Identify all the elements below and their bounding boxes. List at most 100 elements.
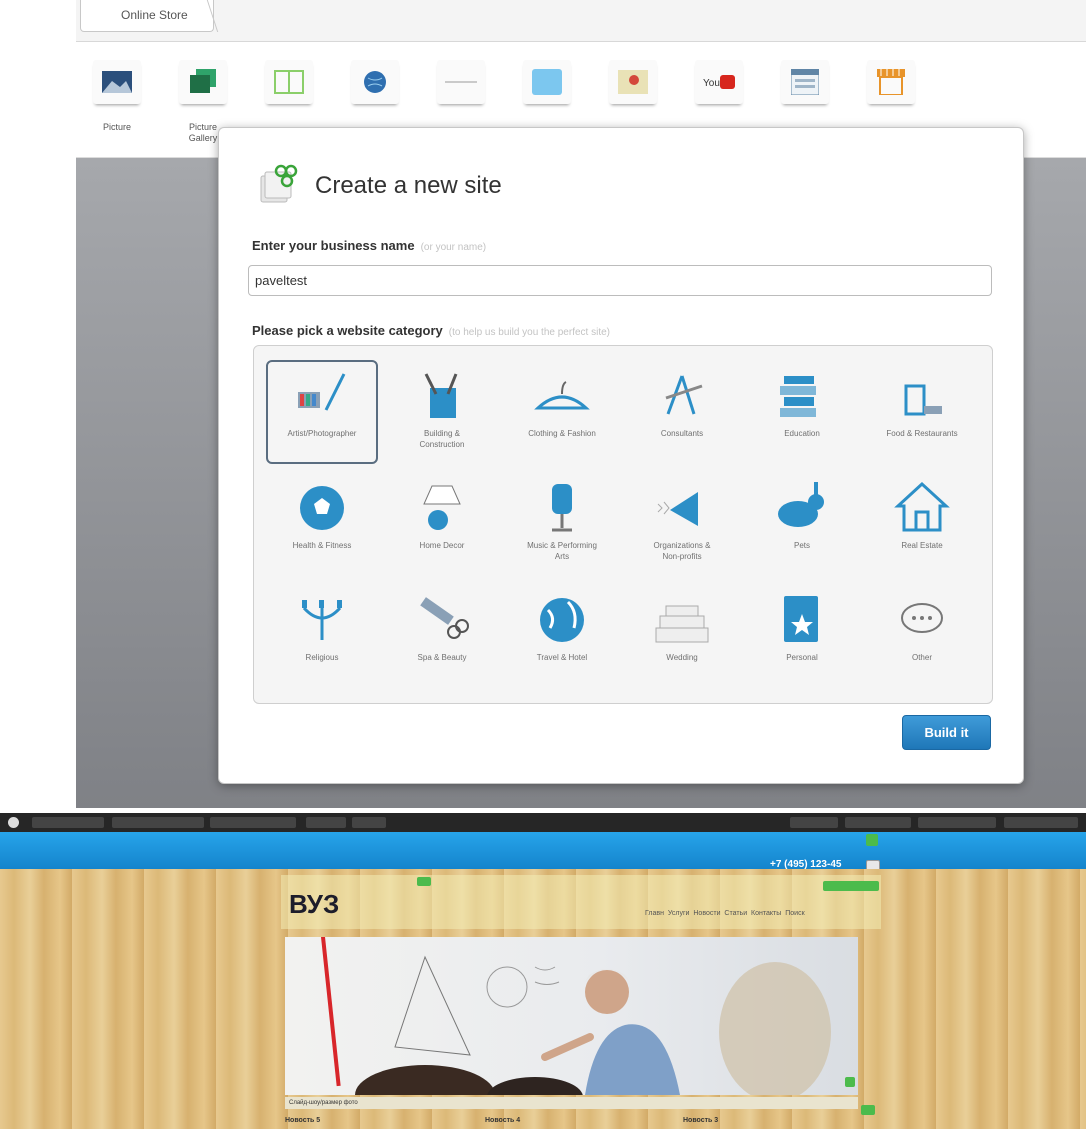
admin-item[interactable] [790, 817, 838, 828]
wood-background: ВУЗ Главн Услуги Новости Статьи Контакты… [0, 869, 1086, 1129]
slideshow-controls[interactable]: Слайд-шоу/размер фото [285, 1097, 858, 1109]
site-preview: +7 (495) 123-45 ВУЗ Главн Услуги Новости… [0, 813, 1086, 1129]
category-option[interactable]: Music & Performing Arts [506, 472, 618, 578]
category-option[interactable]: Real Estate [866, 472, 978, 578]
toolbar-widget[interactable] [348, 60, 402, 118]
create-site-dialog: Create a new site Enter your business na… [218, 127, 1024, 784]
category-option-label: Travel & Hotel [536, 653, 588, 662]
globe-icon [351, 60, 399, 104]
category-option-label: Education [784, 429, 820, 438]
category-option[interactable]: Artist/Photographer [266, 360, 378, 466]
site-nav[interactable]: Главн Услуги Новости Статьи Контакты Пои… [645, 910, 805, 917]
category-option-label: Spa & Beauty [417, 653, 467, 662]
hanger-icon [534, 381, 590, 410]
edit-tag[interactable] [845, 1077, 855, 1087]
build-it-button[interactable]: Build it [902, 715, 991, 750]
edit-tag[interactable] [861, 1105, 875, 1115]
category-option[interactable]: Spa & Beauty [386, 584, 498, 690]
category-option-label: Clothing & Fashion [528, 429, 596, 438]
category-option[interactable]: Consultants [626, 360, 738, 466]
admin-item[interactable] [32, 817, 104, 828]
form-icon [781, 60, 829, 104]
admin-menu-icon[interactable] [8, 817, 19, 828]
category-option-label: Consultants [660, 429, 704, 438]
soccer-ball-icon [300, 486, 344, 530]
toolbar-widget[interactable]: You [692, 60, 746, 118]
category-option[interactable]: Wedding [626, 584, 738, 690]
category-option[interactable]: Building & Construction [386, 360, 498, 466]
picture-icon [93, 60, 141, 104]
news-item[interactable]: Новость 3 [683, 1117, 718, 1124]
site-top-bar: +7 (495) 123-45 [0, 832, 1086, 874]
category-option[interactable]: Pets [746, 472, 858, 578]
columns-icon [265, 60, 313, 104]
category-option-label: Real Estate [901, 541, 943, 550]
cake-icon [655, 605, 709, 643]
toolbar-widget[interactable] [262, 60, 316, 118]
category-option[interactable]: Home Decor [386, 472, 498, 578]
business-name-hint: (or your name) [420, 242, 487, 253]
business-name-label-text: Enter your business name [252, 238, 415, 253]
toolbar-widget[interactable] [864, 60, 918, 118]
category-grid: Artist/Photographer Building & Constructi… [253, 345, 993, 704]
candelabra-icon [302, 600, 342, 640]
youtube-icon: You [695, 60, 743, 104]
toolbar-widget[interactable]: Picture Gallery [176, 60, 230, 143]
category-option[interactable]: Food & Restaurants [866, 360, 978, 466]
category-option[interactable]: Education [746, 360, 858, 466]
admin-bar [0, 813, 1086, 832]
store-icon [867, 60, 915, 104]
hero-image [285, 937, 858, 1095]
category-option-label: Personal [786, 653, 818, 662]
comb-scissors-icon [420, 597, 469, 639]
admin-item[interactable] [352, 817, 386, 828]
toolbar-widget[interactable] [434, 60, 488, 118]
edit-tag[interactable] [823, 881, 879, 891]
edit-tag[interactable] [417, 877, 431, 886]
business-name-input[interactable] [248, 265, 992, 296]
paintbrush-icon [298, 373, 346, 411]
category-option[interactable]: Health & Fitness [266, 472, 378, 578]
map-icon [609, 60, 657, 104]
edit-tag[interactable] [866, 834, 878, 846]
category-option-label: Music & Performing Arts [527, 541, 597, 561]
category-option-label: Pets [793, 541, 810, 550]
food-icon [904, 384, 942, 416]
admin-item[interactable] [845, 817, 911, 828]
category-option-label: Food & Restaurants [886, 429, 958, 438]
toolbar-widget[interactable]: Picture [90, 60, 144, 132]
books-icon [780, 376, 816, 417]
tools-icon [424, 373, 458, 418]
category-label-text: Please pick a website category [252, 323, 443, 338]
category-option[interactable]: Organizations & Non-profits [626, 472, 738, 578]
category-hint: (to help us build you the perfect site) [448, 327, 610, 338]
speech-bubble-icon [901, 603, 943, 633]
notebook-star-icon [784, 596, 818, 642]
category-option[interactable]: Clothing & Fashion [506, 360, 618, 466]
category-option-label: Religious [305, 653, 339, 662]
admin-item[interactable] [210, 817, 296, 828]
dialog-title: Create a new site [315, 172, 502, 199]
news-item[interactable]: Новость 4 [485, 1117, 520, 1124]
toolbar-widget-label: Picture [102, 122, 131, 132]
toolbar-widget[interactable] [778, 60, 832, 118]
category-option[interactable]: Personal [746, 584, 858, 690]
admin-item[interactable] [112, 817, 204, 828]
category-option[interactable]: Religious [266, 584, 378, 690]
category-option-label: Home Decor [419, 541, 465, 550]
admin-item[interactable] [306, 817, 346, 828]
new-site-icon [260, 164, 298, 203]
admin-item[interactable] [1004, 817, 1078, 828]
toolbar-widget[interactable] [606, 60, 660, 118]
category-option[interactable]: Travel & Hotel [506, 584, 618, 690]
category-option-label: Wedding [666, 653, 698, 662]
news-item[interactable]: Новость 5 [285, 1117, 320, 1124]
admin-item[interactable] [918, 817, 996, 828]
business-name-label: Enter your business name (or your name) [252, 238, 486, 253]
site-page: ВУЗ Главн Услуги Новости Статьи Контакты… [275, 869, 889, 1129]
box-icon [523, 60, 571, 104]
toolbar-widget[interactable] [520, 60, 574, 118]
site-title: ВУЗ [289, 889, 340, 919]
category-option[interactable]: Other [866, 584, 978, 690]
tab-online-store[interactable]: Online Store [80, 0, 214, 32]
